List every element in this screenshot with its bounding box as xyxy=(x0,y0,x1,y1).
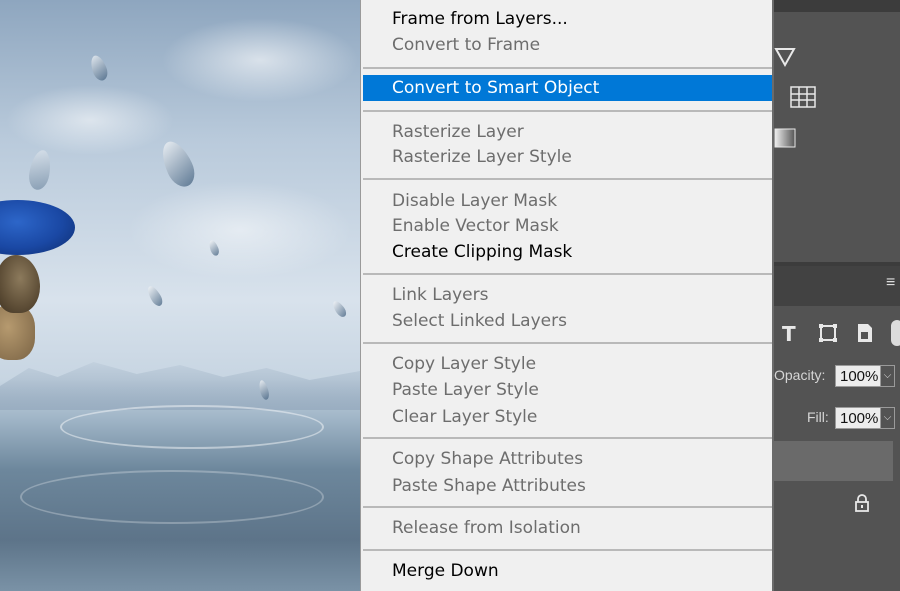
layer-row-selected[interactable] xyxy=(774,441,893,481)
menu-item-select-linked-layers[interactable]: Select Linked Layers xyxy=(363,308,772,334)
menu-separator xyxy=(363,67,772,69)
menu-item-release-from-isolation[interactable]: Release from Isolation xyxy=(363,515,772,541)
gradient-icon[interactable] xyxy=(774,128,796,153)
document-canvas[interactable] xyxy=(0,0,360,591)
water-drop xyxy=(330,299,349,319)
opacity-input[interactable]: 100% xyxy=(835,365,881,387)
menu-item-create-clipping-mask[interactable]: Create Clipping Mask xyxy=(363,239,772,265)
water-drop xyxy=(26,148,54,192)
menu-item-frame-from-layers[interactable]: Frame from Layers... xyxy=(363,6,772,32)
menu-item-paste-shape-attributes[interactable]: Paste Shape Attributes xyxy=(363,473,772,499)
menu-separator xyxy=(363,110,772,112)
panel-header-bar xyxy=(774,0,900,12)
fill-dropdown-button[interactable]: ⌵ xyxy=(881,407,895,429)
lock-icon xyxy=(854,494,870,517)
menu-item-clear-layer-style[interactable]: Clear Layer Style xyxy=(363,404,772,430)
turtle-body xyxy=(0,305,35,360)
menu-item-disable-layer-mask[interactable]: Disable Layer Mask xyxy=(363,188,772,214)
blue-hat xyxy=(0,200,75,255)
menu-item-paste-layer-style[interactable]: Paste Layer Style xyxy=(363,377,772,403)
menu-separator xyxy=(363,273,772,275)
turtle-head xyxy=(0,255,40,313)
grid-icon[interactable] xyxy=(790,86,816,113)
fill-label: Fill: xyxy=(807,409,829,425)
menu-item-enable-vector-mask[interactable]: Enable Vector Mask xyxy=(363,213,772,239)
menu-item-merge-down[interactable]: Merge Down xyxy=(363,558,772,584)
opacity-label: Opacity: xyxy=(774,367,826,383)
menu-separator xyxy=(363,549,772,551)
opacity-dropdown-button[interactable]: ⌵ xyxy=(881,365,895,387)
menu-separator xyxy=(363,506,772,508)
right-panels: ≡ T Opacity: 100% ⌵ Fill: 100% ⌵ xyxy=(774,0,900,591)
filter-toggle-icon[interactable] xyxy=(891,320,900,351)
water-drop xyxy=(156,136,200,192)
shape-filter-icon[interactable] xyxy=(818,323,838,348)
menu-item-copy-layer-style[interactable]: Copy Layer Style xyxy=(363,351,772,377)
menu-separator xyxy=(363,342,772,344)
menu-item-convert-to-smart-object[interactable]: Convert to Smart Object xyxy=(363,75,772,101)
triangle-icon[interactable] xyxy=(774,46,796,73)
fill-input[interactable]: 100% xyxy=(835,407,881,429)
type-filter-icon[interactable]: T xyxy=(782,322,796,346)
water-ripple xyxy=(20,470,324,524)
layers-panel-tabs xyxy=(774,266,900,306)
menu-item-rasterize-layer-style[interactable]: Rasterize Layer Style xyxy=(363,144,772,170)
water-drop xyxy=(207,239,221,257)
water-drop xyxy=(87,53,111,83)
menu-item-convert-to-frame[interactable]: Convert to Frame xyxy=(363,32,772,58)
menu-separator xyxy=(363,178,772,180)
background-mountains xyxy=(0,362,360,410)
menu-item-copy-shape-attributes[interactable]: Copy Shape Attributes xyxy=(363,446,772,472)
menu-item-rasterize-layer[interactable]: Rasterize Layer xyxy=(363,119,772,145)
layer-context-menu: Frame from Layers... Convert to Frame Co… xyxy=(360,0,774,591)
layer-row[interactable] xyxy=(774,484,900,524)
water-drop xyxy=(145,283,165,309)
smart-object-filter-icon[interactable] xyxy=(856,322,874,349)
menu-separator xyxy=(363,437,772,439)
menu-item-link-layers[interactable]: Link Layers xyxy=(363,282,772,308)
panel-menu-icon[interactable]: ≡ xyxy=(886,274,895,292)
water-ripple xyxy=(60,405,324,449)
